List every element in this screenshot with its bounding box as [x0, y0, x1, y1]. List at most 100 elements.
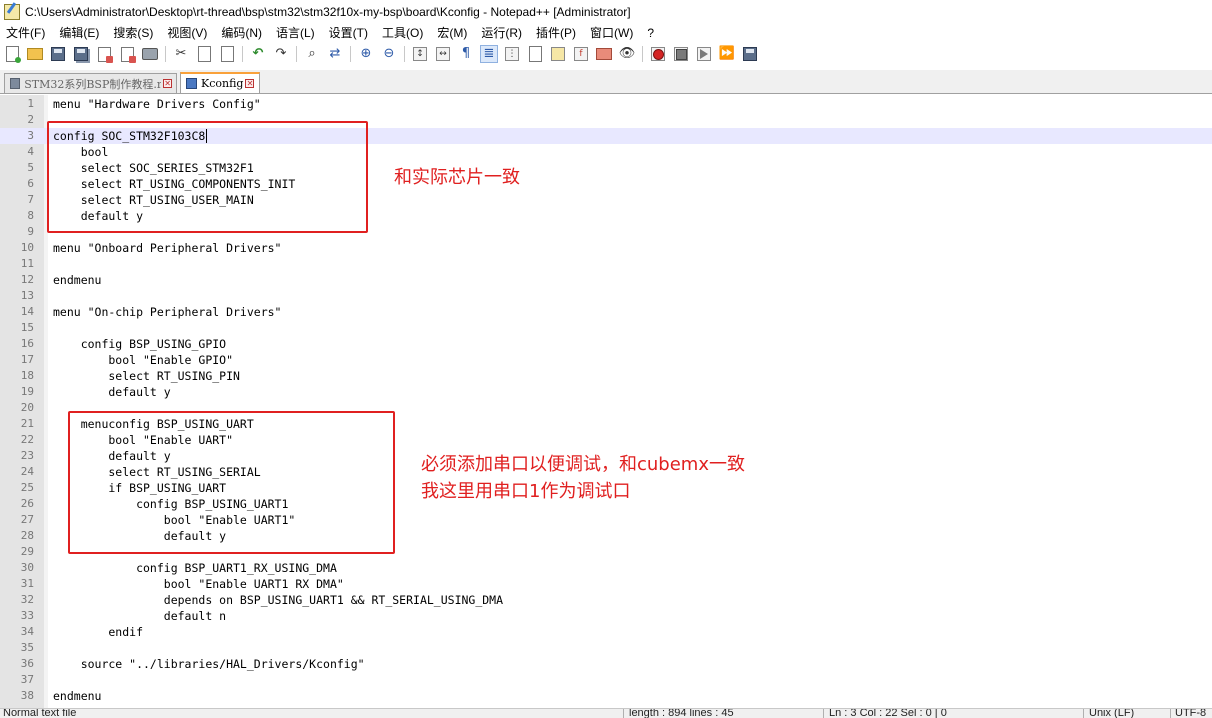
menu-language[interactable]: 语言(L)	[269, 24, 322, 41]
replace-icon[interactable]: ⇄	[327, 46, 343, 62]
menu-plugins[interactable]: 插件(P)	[529, 24, 583, 41]
line-number: 18	[20, 369, 34, 382]
code-line[interactable]: 1 menu "Hardware Drivers Config"	[0, 96, 1212, 112]
save-macro-icon[interactable]	[742, 46, 758, 62]
new-file-icon[interactable]	[4, 46, 21, 63]
menu-tools[interactable]: 工具(O)	[375, 24, 430, 41]
code-line[interactable]: 38 endmenu	[0, 688, 1212, 704]
code-text[interactable]: config BSP_UART1_RX_USING_DMA	[53, 560, 337, 576]
tab-stm32-bsp-tutorial[interactable]: STM32系列BSP制作教程.md ✕	[4, 73, 177, 93]
code-line[interactable]: 19 default y	[0, 384, 1212, 400]
folder-workspace-icon[interactable]	[596, 46, 612, 62]
code-line[interactable]: 33 default n	[0, 608, 1212, 624]
menu-search[interactable]: 搜索(S)	[106, 24, 160, 41]
redo-icon[interactable]: ↷	[273, 46, 289, 62]
code-text[interactable]: menu "Hardware Drivers Config"	[53, 96, 261, 112]
code-text[interactable]: depends on BSP_USING_UART1 && RT_SERIAL_…	[53, 592, 503, 608]
doc-map-icon[interactable]	[550, 46, 566, 62]
menu-edit[interactable]: 编辑(E)	[52, 24, 106, 41]
open-folder-icon[interactable]	[27, 46, 43, 62]
code-text[interactable]: source "../libraries/HAL_Drivers/Kconfig…	[53, 656, 365, 672]
code-line[interactable]: 17 bool "Enable GPIO"	[0, 352, 1212, 368]
menu-window[interactable]: 窗口(W)	[583, 24, 640, 41]
word-wrap-icon[interactable]: ¶	[458, 46, 474, 62]
code-line[interactable]: 15	[0, 320, 1212, 336]
close-tab-icon[interactable]: ✕	[245, 79, 255, 88]
close-all-icon[interactable]	[119, 46, 136, 63]
code-line[interactable]: 10 menu "Onboard Peripheral Drivers"	[0, 240, 1212, 256]
code-line[interactable]: 31 bool "Enable UART1 RX DMA"	[0, 576, 1212, 592]
code-line[interactable]: 11	[0, 256, 1212, 272]
code-text[interactable]: config BSP_USING_GPIO	[53, 336, 226, 352]
code-line[interactable]: 34 endif	[0, 624, 1212, 640]
code-line[interactable]: 18 select RT_USING_PIN	[0, 368, 1212, 384]
run-macro-multiple-icon[interactable]: ⏩	[719, 46, 735, 62]
play-macro-icon[interactable]	[696, 46, 712, 62]
close-icon[interactable]	[96, 46, 113, 63]
code-line[interactable]: 36 source "../libraries/HAL_Drivers/Kcon…	[0, 656, 1212, 672]
function-list-icon[interactable]: f	[573, 46, 589, 62]
code-text[interactable]: endmenu	[53, 272, 101, 288]
menu-encoding[interactable]: 编码(N)	[214, 24, 269, 41]
toolbar-separator	[296, 46, 297, 62]
menu-view[interactable]: 视图(V)	[160, 24, 214, 41]
menu-macro[interactable]: 宏(M)	[430, 24, 474, 41]
line-number: 19	[20, 385, 34, 398]
code-text[interactable]: bool "Enable GPIO"	[53, 352, 233, 368]
code-text[interactable]: endmenu	[53, 688, 101, 704]
code-line[interactable]: 14 menu "On-chip Peripheral Drivers"	[0, 304, 1212, 320]
line-number: 1	[27, 97, 34, 110]
code-editor[interactable]: 1 menu "Hardware Drivers Config" 2 3 config …	[0, 95, 1212, 708]
menu-help[interactable]: ?	[640, 26, 661, 40]
line-number: 5	[27, 161, 34, 174]
title-bar: C:\Users\Administrator\Desktop\rt-thread…	[0, 0, 1212, 23]
close-tab-icon[interactable]: ✕	[163, 79, 172, 88]
show-all-chars-icon[interactable]: ≣	[480, 45, 498, 63]
code-text[interactable]: endif	[53, 624, 143, 640]
tab-kconfig[interactable]: Kconfig ✕	[180, 72, 260, 93]
annotation-note-chip: 和实际芯片一致	[394, 167, 520, 188]
zoom-out-icon[interactable]: ⊖	[381, 46, 397, 62]
menu-run[interactable]: 运行(R)	[474, 24, 529, 41]
undo-icon[interactable]: ↶	[250, 46, 266, 62]
code-text[interactable]: menu "Onboard Peripheral Drivers"	[53, 240, 281, 256]
code-line[interactable]: 35	[0, 640, 1212, 656]
code-line[interactable]: 13	[0, 288, 1212, 304]
line-number: 23	[20, 449, 34, 462]
find-icon[interactable]: ⌕	[304, 46, 320, 62]
indent-guide-icon[interactable]: ⋮	[504, 46, 520, 62]
sync-horizontal-icon[interactable]: ↔	[435, 46, 451, 62]
sync-vertical-icon[interactable]: ↕	[412, 46, 428, 62]
menu-file[interactable]: 文件(F)	[0, 24, 52, 41]
code-text[interactable]: bool "Enable UART1 RX DMA"	[53, 576, 344, 592]
zoom-in-icon[interactable]: ⊕	[358, 46, 374, 62]
save-icon[interactable]	[50, 46, 66, 62]
code-line[interactable]: 32 depends on BSP_USING_UART1 && RT_SERI…	[0, 592, 1212, 608]
print-icon[interactable]	[142, 46, 158, 62]
cut-icon[interactable]: ✂	[173, 46, 189, 62]
window-title: C:\Users\Administrator\Desktop\rt-thread…	[25, 4, 631, 19]
code-line[interactable]: 12 endmenu	[0, 272, 1212, 288]
line-number: 35	[20, 641, 34, 654]
code-text[interactable]: menu "On-chip Peripheral Drivers"	[53, 304, 281, 320]
code-text[interactable]: default y	[53, 384, 170, 400]
line-number: 13	[20, 289, 34, 302]
stop-macro-icon[interactable]	[673, 46, 689, 62]
copy-icon[interactable]	[196, 46, 212, 62]
paste-icon[interactable]	[219, 46, 235, 62]
code-line[interactable]: 30 config BSP_UART1_RX_USING_DMA	[0, 560, 1212, 576]
code-text[interactable]: select RT_USING_PIN	[53, 368, 240, 384]
monitoring-icon[interactable]: 👁	[619, 46, 636, 62]
line-number: 34	[20, 625, 34, 638]
record-macro-icon[interactable]	[650, 46, 666, 62]
code-text[interactable]: default n	[53, 608, 226, 624]
menu-settings[interactable]: 设置(T)	[322, 24, 375, 41]
tab-label: STM32系列BSP制作教程.md	[24, 77, 162, 91]
code-line[interactable]: 37	[0, 672, 1212, 688]
udl-icon[interactable]	[527, 46, 543, 62]
line-number: 29	[20, 545, 34, 558]
line-number: 30	[20, 561, 34, 574]
code-line[interactable]: 16 config BSP_USING_GPIO	[0, 336, 1212, 352]
save-all-icon[interactable]	[73, 46, 89, 62]
toolbar-separator	[165, 46, 166, 62]
